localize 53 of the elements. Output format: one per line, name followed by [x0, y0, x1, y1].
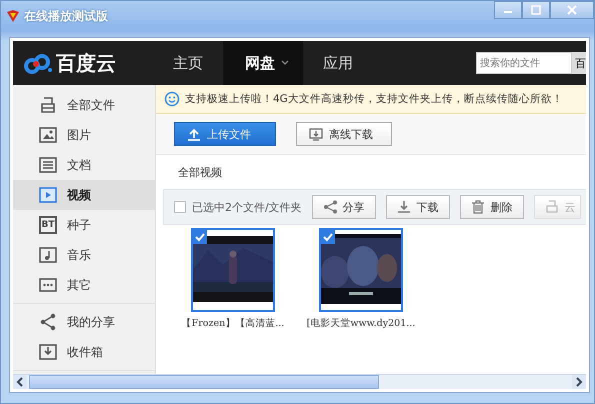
select-all-checkbox[interactable]: [174, 201, 186, 213]
delete-button[interactable]: 删除: [460, 195, 524, 219]
notice-text: 支持极速上传啦！4G大文件高速秒传，支持文件夹上传，断点续传随心所欲！: [185, 92, 563, 106]
maximize-icon: [531, 5, 541, 15]
download-button[interactable]: 下载: [386, 195, 450, 219]
sidebar-item[interactable]: 收件箱: [13, 337, 155, 367]
trash-icon: [470, 200, 485, 214]
upload-icon: [187, 128, 201, 140]
shield-icon: [6, 10, 20, 22]
sidebar-item[interactable]: 文档: [13, 150, 155, 180]
sidebar-item[interactable]: BT 种子: [13, 210, 155, 240]
document-icon: [39, 156, 57, 174]
video-icon: [39, 186, 57, 204]
search-button[interactable]: 百: [572, 52, 586, 74]
share-icon: [322, 200, 337, 214]
image-icon: [39, 126, 57, 144]
share-button[interactable]: 分享: [312, 195, 376, 219]
brand-name: 百度云: [56, 50, 116, 76]
sidebar-item[interactable]: 图片: [13, 120, 155, 150]
smiley-icon: [164, 91, 180, 107]
caret-icon: [281, 60, 289, 66]
maximize-button[interactable]: [522, 1, 550, 19]
file-name[interactable]: [电影天堂www.dy201...: [306, 317, 416, 330]
music-icon: [39, 246, 57, 264]
offline-download-button[interactable]: 离线下载: [296, 122, 392, 146]
window-title: 在线播放测试版: [24, 8, 108, 24]
sidebar-item[interactable]: 我的分享: [13, 307, 155, 337]
more-icon: [39, 276, 57, 294]
scrollbar-thumb[interactable]: [29, 375, 379, 389]
search-field[interactable]: 搜索你的文件: [476, 52, 572, 74]
scroll-right-icon: [572, 375, 586, 389]
close-button[interactable]: [550, 1, 594, 19]
nav-tab[interactable]: 网盘: [223, 41, 303, 85]
bt-icon: BT: [39, 216, 57, 234]
share-icon: [39, 313, 57, 331]
selection-count: 已选中2个文件/文件夹: [192, 200, 302, 214]
nav-tab[interactable]: 应用: [303, 41, 373, 85]
upload-button[interactable]: 上传文件: [174, 122, 276, 146]
cloud-logo-icon: [23, 52, 53, 74]
sidebar-item[interactable]: 视频: [13, 180, 155, 210]
close-icon: [567, 5, 577, 15]
minimize-button[interactable]: [494, 1, 522, 19]
sidebar-item[interactable]: 其它: [13, 270, 155, 300]
file-name[interactable]: 【Frozen】【高清蓝...: [182, 317, 284, 330]
scroll-left-icon: [13, 375, 27, 389]
nav-tab[interactable]: 主页: [153, 41, 223, 85]
inbox-icon: [39, 343, 57, 361]
download-icon: [396, 200, 411, 214]
monitor-download-icon: [309, 128, 323, 140]
tray-icon: [39, 96, 57, 114]
sidebar-item[interactable]: 音乐: [13, 240, 155, 270]
breadcrumb[interactable]: 全部视频: [156, 155, 586, 189]
sidebar-item[interactable]: 全部文件: [13, 90, 155, 120]
